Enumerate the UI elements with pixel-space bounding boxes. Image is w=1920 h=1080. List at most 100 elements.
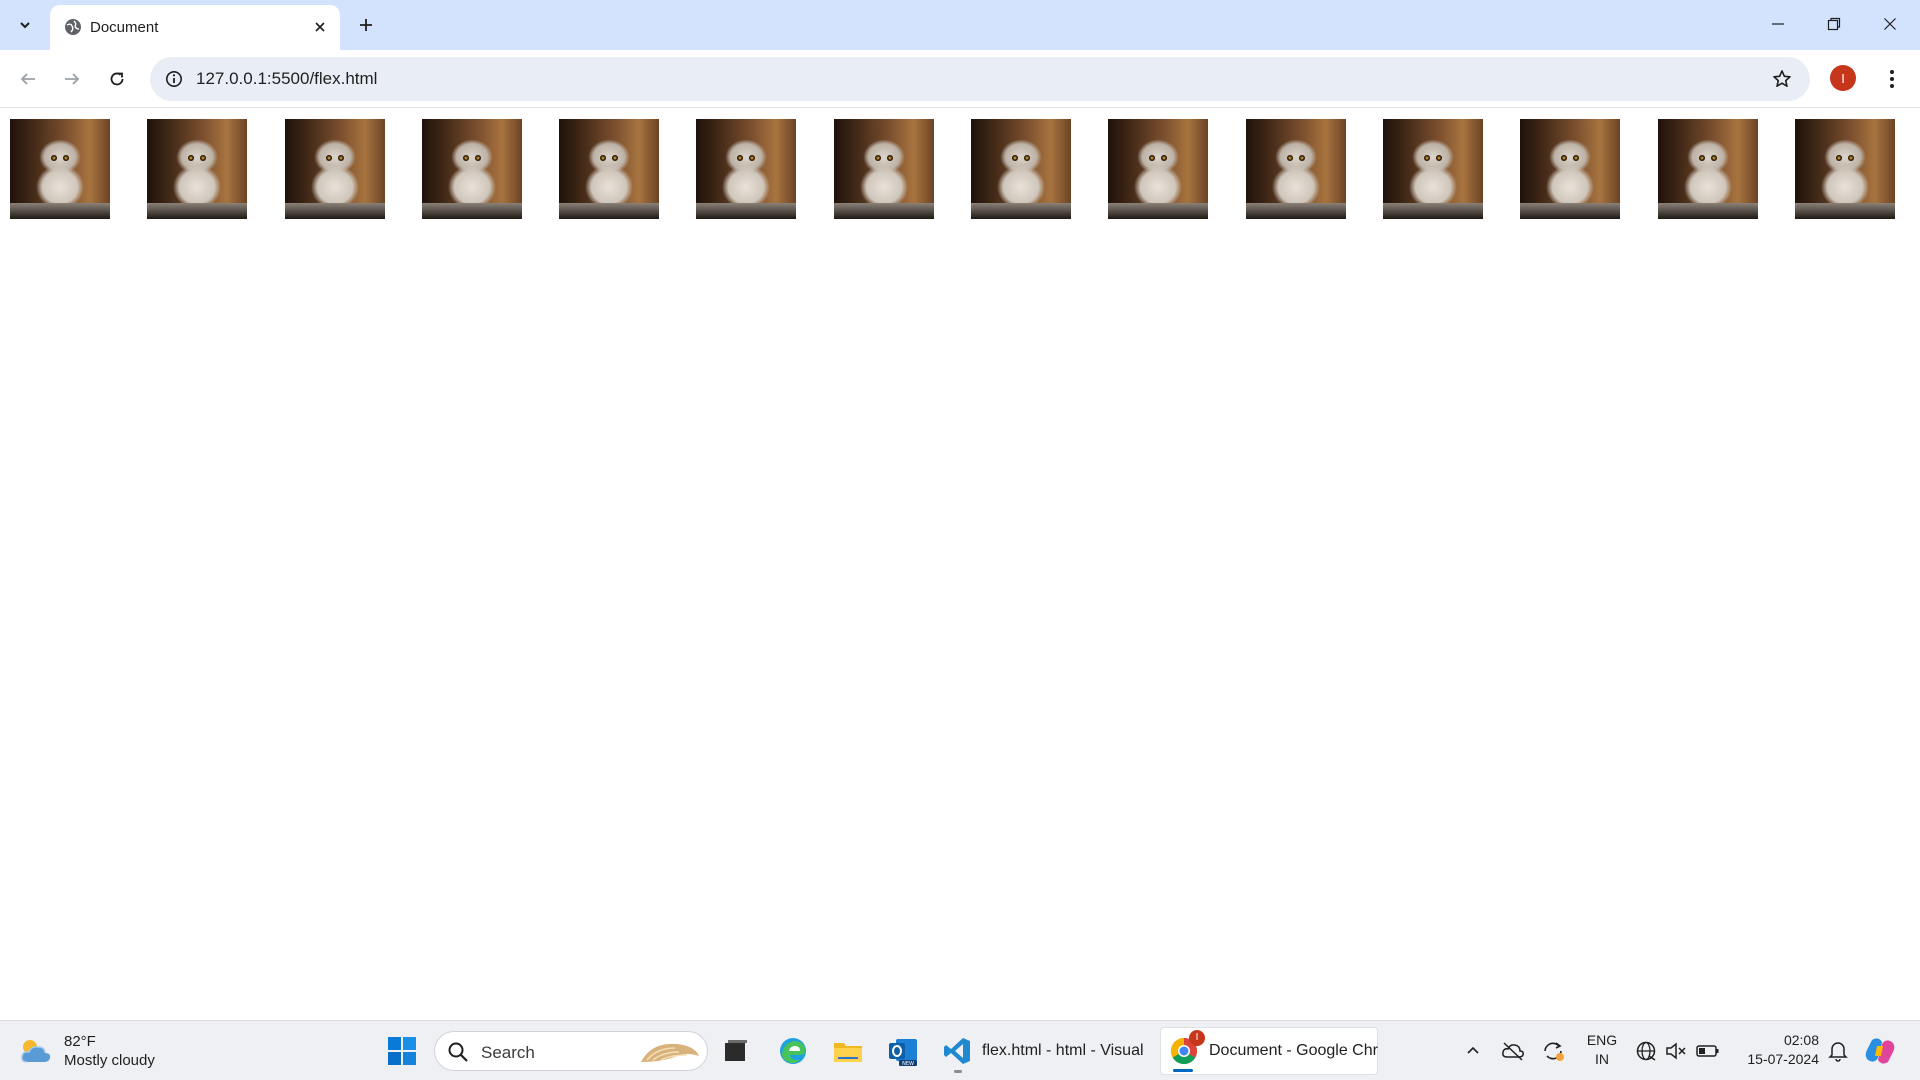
active-indicator (1173, 1069, 1193, 1072)
weather-widget[interactable]: 82°F Mostly cloudy (18, 1029, 178, 1073)
task-view-icon (725, 1040, 747, 1061)
show-hidden-icons-button[interactable] (1460, 1031, 1486, 1071)
close-icon (1884, 18, 1896, 30)
new-tab-button[interactable] (352, 11, 380, 39)
cat-eye (200, 155, 207, 161)
edge-button[interactable] (773, 1031, 813, 1071)
cat-image (971, 119, 1072, 219)
search-highlight-icon (641, 1043, 699, 1062)
battery-icon (1696, 1045, 1719, 1057)
cat-image (1382, 119, 1483, 219)
edge-icon (780, 1038, 806, 1064)
browser-toolbar: 127.0.0.1:5500/flex.html I (0, 50, 1920, 108)
cat-eye (1012, 155, 1019, 161)
file-explorer-button[interactable] (828, 1031, 868, 1071)
cat-eye (1423, 155, 1430, 161)
taskbar-search[interactable]: Search (434, 1031, 708, 1071)
clock-button[interactable]: 02:08 15-07-2024 (1733, 1031, 1819, 1069)
outlook-icon: NEW (889, 1039, 917, 1067)
chevron-up-icon (1467, 1046, 1479, 1054)
back-button[interactable] (12, 63, 44, 95)
tab-title: Document (90, 19, 159, 36)
site-info-button[interactable] (160, 65, 188, 93)
partly-cloudy-icon (18, 1036, 54, 1066)
close-window-button[interactable] (1862, 0, 1918, 48)
minimize-button[interactable] (1750, 0, 1806, 48)
minimize-icon (1772, 23, 1784, 25)
cat-eye (1561, 155, 1568, 161)
cat-eye (1835, 155, 1842, 161)
cat-eye (325, 155, 332, 161)
start-button[interactable] (382, 1031, 422, 1071)
arrow-right-icon (65, 73, 80, 85)
copilot-icon (1865, 1038, 1895, 1064)
bookmark-button[interactable] (1768, 65, 1796, 93)
reload-button[interactable] (101, 63, 133, 95)
plus-icon (360, 19, 372, 31)
globe-icon (65, 19, 81, 35)
volume-mute-icon (1666, 1042, 1686, 1060)
profile-avatar[interactable]: I (1830, 65, 1856, 91)
cat-image (1108, 119, 1209, 219)
cat-image (10, 119, 110, 219)
tab-document[interactable]: Document (50, 5, 340, 50)
weather-temp: 82°F (64, 1033, 96, 1050)
browser-menu-button[interactable] (1878, 65, 1906, 93)
more-vertical-icon (1890, 70, 1894, 88)
cat-eye (63, 155, 69, 161)
cat-eye (1298, 155, 1305, 161)
info-icon (166, 71, 182, 87)
cat-eye (474, 155, 481, 161)
cat-eye (612, 155, 619, 161)
taskbar: 82°F Mostly cloudy Search NEW flex.html … (0, 1020, 1920, 1080)
cat-eye (1161, 155, 1168, 161)
battery-button[interactable] (1692, 1031, 1724, 1071)
chrome-taskbar-button[interactable]: I Document - Google Chr (1160, 1027, 1378, 1075)
cat-eye (874, 155, 881, 161)
windows-logo-icon (388, 1037, 416, 1065)
lang-primary: ENG (1586, 1032, 1618, 1048)
cloud-off-icon (1502, 1042, 1524, 1061)
chrome-label: Document - Google Chr (1209, 1042, 1378, 1059)
sync-status-button[interactable] (1538, 1031, 1568, 1071)
lang-region: IN (1595, 1051, 1609, 1067)
tab-search-button[interactable] (10, 10, 40, 40)
cat-image (421, 119, 522, 219)
forward-button[interactable] (56, 63, 88, 95)
page-viewport (0, 109, 1920, 1020)
vscode-taskbar-button[interactable]: flex.html - html - Visual (936, 1027, 1150, 1075)
cat-eye (1698, 155, 1705, 161)
sync-icon (1544, 1042, 1564, 1061)
address-bar[interactable]: 127.0.0.1:5500/flex.html (150, 57, 1810, 101)
cat-eye (51, 155, 57, 161)
task-view-button[interactable] (716, 1031, 756, 1071)
cat-image (833, 119, 934, 219)
copilot-button[interactable] (1862, 1031, 1898, 1071)
cat-image (1520, 119, 1621, 219)
close-icon (315, 22, 325, 32)
network-button[interactable] (1632, 1031, 1660, 1071)
cat-image (147, 119, 248, 219)
tab-strip: Document (0, 0, 1920, 50)
cat-eye (1024, 155, 1031, 161)
outlook-button[interactable]: NEW (883, 1031, 923, 1071)
cat-eye (1847, 155, 1854, 161)
onedrive-button[interactable] (1498, 1031, 1528, 1071)
restore-icon (1827, 17, 1841, 31)
cat-eye (600, 155, 607, 161)
cat-eye (886, 155, 893, 161)
chrome-icon: I (1169, 1030, 1205, 1066)
cat-eye (1149, 155, 1156, 161)
volume-button[interactable] (1662, 1031, 1690, 1071)
url-text[interactable]: 127.0.0.1:5500/flex.html (196, 69, 377, 89)
input-language-button[interactable]: ENG IN (1582, 1031, 1622, 1069)
notification-badge: I (1189, 1030, 1205, 1046)
restore-button[interactable] (1806, 0, 1862, 48)
cat-eye (337, 155, 344, 161)
notifications-button[interactable] (1824, 1031, 1852, 1071)
cat-eye (188, 155, 195, 161)
tab-close-button[interactable] (310, 17, 330, 37)
cat-eye (1710, 155, 1717, 161)
cat-image (284, 119, 385, 219)
search-icon (448, 1042, 468, 1062)
